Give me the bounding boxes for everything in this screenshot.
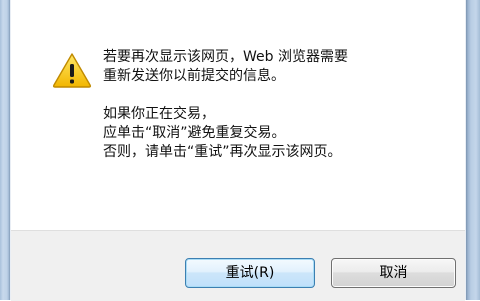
- message-line: 如果你正在交易，: [103, 106, 215, 122]
- button-bar: 重试(R) 取消: [11, 230, 465, 301]
- message-line: 应单击“取消”避免重复交易。: [103, 125, 286, 141]
- dialog-window: 若要再次显示该网页，Web 浏览器需要 重新发送你以前提交的信息。 如果你正在交…: [0, 0, 480, 301]
- message-line: 若要再次显示该网页，Web 浏览器需要: [103, 49, 348, 65]
- retry-button[interactable]: 重试(R): [185, 258, 315, 288]
- window-frame-left: [0, 0, 10, 300]
- window-frame-right: [466, 0, 480, 300]
- message-line: 否则，请单击“重试”再次显示该网页。: [103, 144, 342, 160]
- cancel-button[interactable]: 取消: [331, 258, 456, 288]
- message-line: 重新发送你以前提交的信息。: [103, 68, 285, 84]
- warning-icon: [52, 53, 92, 88]
- dialog-message: 若要再次显示该网页，Web 浏览器需要 重新发送你以前提交的信息。 如果你正在交…: [103, 48, 443, 162]
